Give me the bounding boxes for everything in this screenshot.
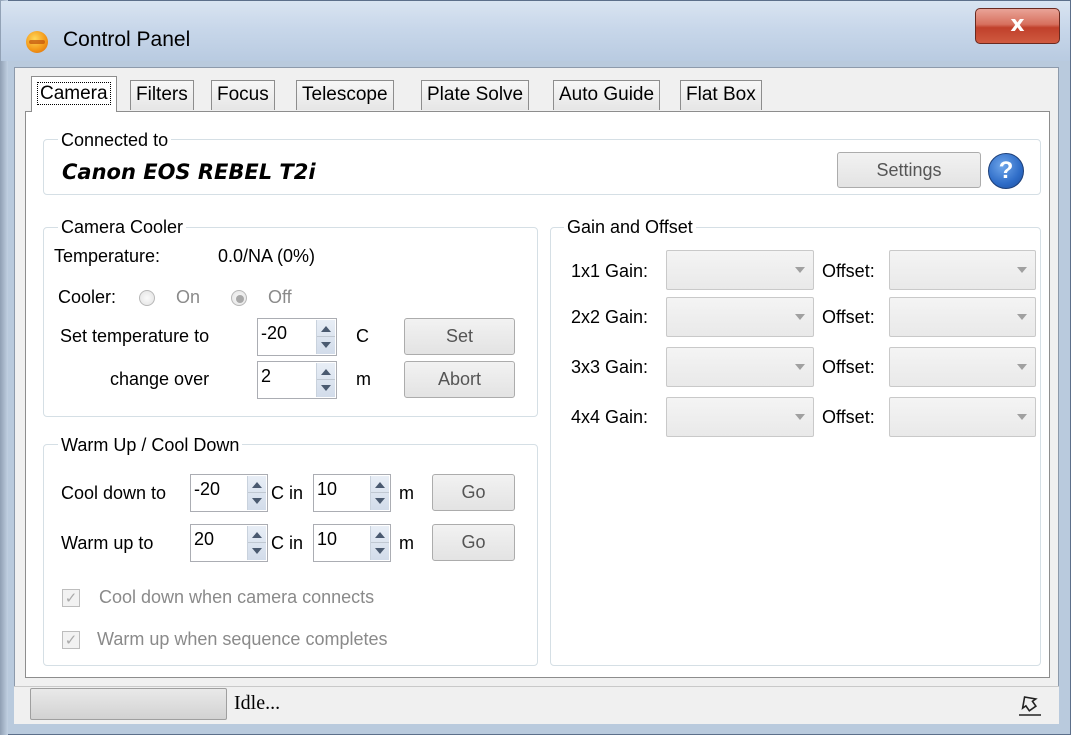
- cooler-off-label: Off: [268, 287, 292, 307]
- app-orange-icon: [26, 31, 48, 53]
- temperature-label: Temperature:: [54, 246, 161, 266]
- set-button[interactable]: Set: [404, 318, 515, 355]
- cool-down-temp-spinner[interactable]: -20: [190, 474, 268, 512]
- offset-2x2-label: Offset:: [822, 307, 875, 327]
- cool-down-temp-value: -20: [194, 479, 221, 499]
- tab-flat-box[interactable]: Flat Box: [680, 80, 762, 110]
- close-button[interactable]: x: [975, 8, 1060, 44]
- warm-up-label: Warm up to: [61, 533, 154, 553]
- tab-auto-guide[interactable]: Auto Guide: [553, 80, 661, 110]
- offset-3x3-label: Offset:: [822, 357, 875, 377]
- cool-down-minutes-value: 10: [317, 479, 338, 499]
- spinner-arrows-icon[interactable]: [370, 526, 389, 560]
- spinner-arrows-icon[interactable]: [316, 363, 335, 397]
- warm-up-minutes-value: 10: [317, 529, 338, 549]
- gain-3x3-select[interactable]: [666, 347, 814, 387]
- help-icon[interactable]: ?: [988, 153, 1024, 189]
- set-temperature-spinner[interactable]: -20: [257, 318, 337, 356]
- warm-up-go-button[interactable]: Go: [432, 524, 515, 561]
- tab-plate-solve[interactable]: Plate Solve: [421, 80, 530, 110]
- gain-1x1-label: 1x1 Gain:: [571, 261, 649, 281]
- warm-on-complete-checkbox[interactable]: ✓: [62, 631, 80, 649]
- offset-1x1-select[interactable]: [889, 250, 1036, 290]
- gain-2x2-label: 2x2 Gain:: [571, 307, 649, 327]
- tab-focus[interactable]: Focus: [211, 80, 275, 110]
- gain-1x1-select[interactable]: [666, 250, 814, 290]
- warm-up-temp-spinner[interactable]: 20: [190, 524, 268, 562]
- spinner-arrows-icon[interactable]: [370, 476, 389, 510]
- warm-up-temp-value: 20: [194, 529, 215, 549]
- cooler-on-label: On: [176, 287, 201, 307]
- gain-4x4-label: 4x4 Gain:: [571, 407, 649, 427]
- camera-cooler-legend: Camera Cooler: [58, 217, 187, 238]
- camera-name: Canon EOS REBEL T2i: [62, 160, 316, 184]
- change-over-spinner[interactable]: 2: [257, 361, 337, 399]
- cooler-off-radio[interactable]: [231, 290, 247, 306]
- spinner-arrows-icon[interactable]: [247, 476, 266, 510]
- tab-telescope[interactable]: Telescope: [296, 80, 394, 110]
- c-in-label: C in: [271, 483, 304, 503]
- unit-m: m: [356, 369, 371, 389]
- cool-down-go-button[interactable]: Go: [432, 474, 515, 511]
- cool-on-connect-label: Cool down when camera connects: [99, 587, 375, 607]
- c-in-label: C in: [271, 533, 304, 553]
- set-temperature-label: Set temperature to: [60, 326, 210, 346]
- offset-4x4-label: Offset:: [822, 407, 875, 427]
- m-label: m: [399, 533, 414, 553]
- spinner-arrows-icon[interactable]: [316, 320, 335, 354]
- cool-down-minutes-spinner[interactable]: 10: [313, 474, 391, 512]
- offset-3x3-select[interactable]: [889, 347, 1036, 387]
- spinner-arrows-icon[interactable]: [247, 526, 266, 560]
- offset-2x2-select[interactable]: [889, 297, 1036, 337]
- gain-offset-group: [550, 227, 1041, 666]
- gain-2x2-select[interactable]: [666, 297, 814, 337]
- warm-on-complete-label: Warm up when sequence completes: [97, 629, 388, 649]
- pin-icon[interactable]: [1015, 688, 1045, 718]
- warm-cool-legend: Warm Up / Cool Down: [58, 435, 243, 456]
- window-title: Control Panel: [63, 28, 191, 51]
- cool-on-connect-checkbox[interactable]: ✓: [62, 589, 80, 607]
- set-temperature-value: -20: [261, 323, 288, 343]
- gain-3x3-label: 3x3 Gain:: [571, 357, 649, 377]
- tab-camera[interactable]: Camera: [31, 76, 117, 112]
- cooler-on-radio[interactable]: [139, 290, 155, 306]
- change-over-value: 2: [261, 366, 272, 386]
- settings-button[interactable]: Settings: [837, 152, 981, 188]
- offset-4x4-select[interactable]: [889, 397, 1036, 437]
- unit-c: C: [356, 326, 369, 346]
- temperature-value: 0.0/NA (0%): [218, 246, 316, 266]
- cool-down-label: Cool down to: [61, 483, 167, 503]
- connected-legend: Connected to: [58, 130, 172, 151]
- gain-4x4-select[interactable]: [666, 397, 814, 437]
- tab-camera-label: Camera: [37, 82, 111, 105]
- gain-offset-legend: Gain and Offset: [564, 217, 696, 238]
- abort-button[interactable]: Abort: [404, 361, 515, 398]
- window-edge: [0, 0, 8, 735]
- change-over-label: change over: [110, 369, 210, 389]
- m-label: m: [399, 483, 414, 503]
- tab-filters[interactable]: Filters: [130, 80, 194, 110]
- status-text: Idle...: [234, 692, 281, 714]
- status-progress-bar: [30, 688, 227, 720]
- warm-up-minutes-spinner[interactable]: 10: [313, 524, 391, 562]
- offset-1x1-label: Offset:: [822, 261, 875, 281]
- cooler-label: Cooler:: [58, 287, 117, 307]
